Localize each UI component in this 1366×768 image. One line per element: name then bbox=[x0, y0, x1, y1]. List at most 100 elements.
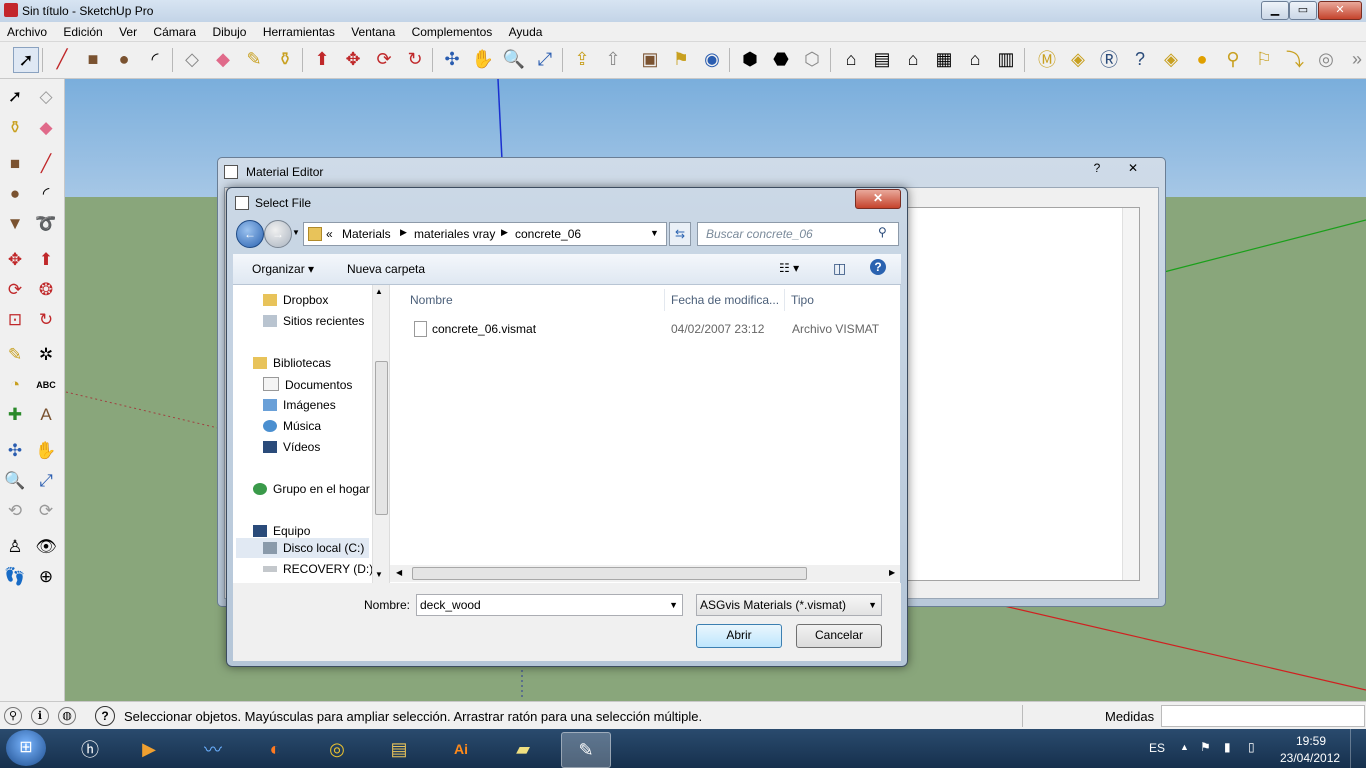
open-button[interactable]: Abrir bbox=[696, 624, 782, 648]
history-dropdown-icon[interactable]: ▼ bbox=[292, 228, 300, 237]
tray-expand-icon[interactable]: ▲ bbox=[1180, 742, 1189, 752]
nav-dropbox[interactable]: Dropbox bbox=[263, 293, 328, 307]
nav-recovery-d[interactable]: RECOVERY (D:) bbox=[263, 562, 373, 576]
address-bar[interactable]: « Materials ▶ materiales vray ▶ concrete… bbox=[303, 222, 667, 246]
illustrator-icon[interactable]: Ai bbox=[437, 732, 485, 766]
breadcrumb-concrete-06[interactable]: concrete_06 bbox=[515, 227, 581, 241]
pictures-icon bbox=[263, 399, 277, 411]
search-icon[interactable]: ⚲ bbox=[878, 225, 887, 239]
nav-videos[interactable]: Vídeos bbox=[263, 440, 320, 454]
scroll-down-icon[interactable]: ▼ bbox=[375, 570, 383, 579]
command-bar: Organizar ▾ Nueva carpeta ☷ ▾ ◫ ? bbox=[233, 254, 901, 285]
nav-recent-places[interactable]: Sitios recientes bbox=[263, 314, 364, 328]
column-name[interactable]: Nombre bbox=[404, 289, 665, 311]
select-file-dialog: Select File ✕ ← → ▼ « Materials ▶ materi… bbox=[226, 187, 908, 667]
battery-icon[interactable]: ▯ bbox=[1248, 740, 1255, 754]
sticky-notes-icon[interactable]: ▰ bbox=[499, 732, 547, 766]
nav-local-disk-c[interactable]: Disco local (C:) bbox=[263, 541, 364, 555]
new-folder-button[interactable]: Nueva carpeta bbox=[347, 262, 425, 276]
credits-icon[interactable]: ℹ bbox=[31, 707, 49, 725]
network-icon[interactable]: ▮ bbox=[1224, 740, 1231, 754]
dialog-title: Select File bbox=[255, 196, 312, 210]
drive-icon bbox=[263, 566, 277, 572]
nav-homegroup[interactable]: Grupo en el hogar bbox=[253, 482, 370, 496]
back-arrow-icon[interactable]: ← bbox=[236, 220, 264, 248]
breadcrumb-chevron-icon[interactable]: ▶ bbox=[400, 227, 407, 238]
breadcrumb-materials[interactable]: Materials bbox=[342, 227, 391, 241]
nav-scroll-thumb[interactable] bbox=[375, 361, 388, 515]
material-editor-scrollbar[interactable] bbox=[1122, 208, 1139, 580]
file-list: Nombre Fecha de modifica... Tipo concret… bbox=[390, 285, 900, 583]
preview-pane-icon[interactable]: ◫ bbox=[833, 260, 846, 277]
dialog-close-button[interactable]: ✕ bbox=[855, 189, 901, 209]
refresh-icon[interactable]: ⇆ bbox=[669, 222, 691, 246]
media-player-icon[interactable]: ▶ bbox=[125, 732, 173, 766]
material-editor-icon bbox=[224, 165, 238, 179]
dialog-icon bbox=[235, 196, 249, 210]
documents-icon bbox=[263, 377, 279, 391]
filename-label: Nombre: bbox=[364, 598, 411, 612]
column-type[interactable]: Tipo bbox=[785, 289, 901, 311]
hp-app-icon[interactable]: ⓗ bbox=[66, 732, 114, 766]
material-editor-help-button[interactable]: ? bbox=[1084, 160, 1110, 177]
help-icon[interactable]: ? bbox=[870, 259, 886, 275]
user-icon[interactable]: ◍ bbox=[58, 707, 76, 725]
filter-dropdown-icon[interactable]: ▼ bbox=[868, 595, 877, 615]
measures-input[interactable] bbox=[1161, 705, 1365, 727]
nav-libraries[interactable]: Bibliotecas bbox=[253, 356, 331, 370]
nav-scrollbar[interactable]: ▲ ▼ bbox=[372, 285, 389, 583]
material-editor-close-button[interactable]: ✕ bbox=[1120, 160, 1146, 177]
language-indicator[interactable]: ES bbox=[1149, 741, 1165, 755]
file-hscrollbar[interactable]: ◀ ▶ bbox=[390, 565, 900, 582]
music-icon bbox=[263, 420, 277, 432]
forward-arrow-icon[interactable]: → bbox=[264, 220, 292, 248]
homegroup-icon bbox=[253, 483, 267, 495]
status-divider bbox=[1022, 705, 1023, 727]
file-type-filter[interactable]: ASGvis Materials (*.vismat) ▼ bbox=[696, 594, 882, 616]
filename-value: deck_wood bbox=[420, 598, 481, 612]
column-date[interactable]: Fecha de modifica... bbox=[665, 289, 785, 311]
scroll-left-icon[interactable]: ◀ bbox=[396, 568, 402, 577]
nav-computer[interactable]: Equipo bbox=[253, 524, 310, 538]
dialog-footer: Nombre: deck_wood ▼ ASGvis Materials (*.… bbox=[233, 583, 901, 661]
organize-menu[interactable]: Organizar ▾ bbox=[252, 262, 314, 276]
chrome-icon[interactable]: ◎ bbox=[313, 732, 361, 766]
computer-icon bbox=[253, 525, 267, 537]
taskbar: ⊞ ⓗ ▶ 〰 ◐ ◎ ▤ Ai ▰ ✎ ES ▲ ⚑ ▮ ▯ 19:59 23… bbox=[0, 729, 1366, 768]
cancel-button[interactable]: Cancelar bbox=[796, 624, 882, 648]
search-input[interactable]: Buscar concrete_06 ⚲ bbox=[697, 222, 899, 246]
geolocation-icon[interactable]: ⚲ bbox=[4, 707, 22, 725]
clock-time[interactable]: 19:59 bbox=[1296, 734, 1326, 748]
file-row[interactable]: concrete_06.vismat 04/02/2007 23:12 Arch… bbox=[404, 317, 894, 339]
material-editor-title: Material Editor bbox=[246, 165, 324, 179]
breadcrumb-overflow[interactable]: « bbox=[326, 227, 333, 241]
nav-music[interactable]: Música bbox=[263, 419, 321, 433]
folder-icon bbox=[263, 294, 277, 306]
sketchup-taskbar-icon[interactable]: ✎ bbox=[561, 732, 611, 768]
show-desktop-button[interactable] bbox=[1350, 729, 1366, 768]
measures-label: Medidas bbox=[1105, 709, 1155, 724]
stock-app-icon[interactable]: 〰 bbox=[189, 732, 237, 766]
start-button[interactable]: ⊞ bbox=[6, 730, 46, 766]
breadcrumb-materiales-vray[interactable]: materiales vray bbox=[414, 227, 495, 241]
clock-date[interactable]: 23/04/2012 bbox=[1280, 751, 1340, 765]
scroll-right-icon[interactable]: ▶ bbox=[889, 568, 895, 577]
file-scroll-thumb[interactable] bbox=[412, 567, 807, 580]
flag-icon[interactable]: ⚑ bbox=[1200, 740, 1211, 754]
nav-documents[interactable]: Documentos bbox=[263, 377, 352, 392]
view-options-icon[interactable]: ☷ ▾ bbox=[779, 261, 799, 275]
libraries-icon bbox=[253, 357, 267, 369]
address-dropdown-icon[interactable]: ▼ bbox=[650, 228, 659, 238]
firefox-icon[interactable]: ◐ bbox=[251, 732, 299, 766]
nav-pictures[interactable]: Imágenes bbox=[263, 398, 336, 412]
material-editor-panel bbox=[906, 207, 1140, 581]
filename-dropdown-icon[interactable]: ▼ bbox=[669, 595, 678, 615]
drive-icon bbox=[263, 542, 277, 554]
breadcrumb-chevron-icon[interactable]: ▶ bbox=[501, 227, 508, 238]
search-placeholder: Buscar concrete_06 bbox=[706, 227, 813, 241]
scroll-up-icon[interactable]: ▲ bbox=[375, 287, 383, 296]
filename-field[interactable]: deck_wood ▼ bbox=[416, 594, 683, 616]
explorer-icon[interactable]: ▤ bbox=[375, 732, 423, 766]
videos-icon bbox=[263, 441, 277, 453]
instructor-help-icon[interactable]: ? bbox=[95, 706, 115, 726]
